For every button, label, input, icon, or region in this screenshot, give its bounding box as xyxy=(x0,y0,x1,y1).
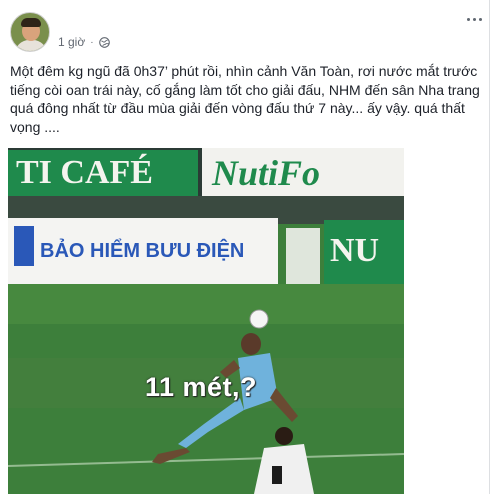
post-image[interactable]: TI CAFÉ NutiFo BẢO HIỂM BƯU ĐIỆN NU 11 m… xyxy=(8,148,404,494)
post-meta: 1 giờ · xyxy=(58,34,110,50)
post-header: 1 giờ · xyxy=(10,12,488,54)
facebook-post-card: 1 giờ · Một đêm kg ngũ đã 0h37’ phút rồi… xyxy=(0,0,498,494)
football-scene-illustration xyxy=(8,148,404,494)
meta-separator: · xyxy=(90,36,94,48)
post-body-text: Một đêm kg ngũ đã 0h37’ phút rồi, nhìn c… xyxy=(10,63,480,135)
banner-nu-text: NU xyxy=(330,232,380,269)
post-timestamp[interactable]: 1 giờ xyxy=(58,35,85,49)
card-divider xyxy=(489,0,490,494)
more-options-icon[interactable] xyxy=(462,12,486,26)
avatar[interactable] xyxy=(10,12,50,52)
image-overlay-caption: 11 mét,? xyxy=(145,372,258,402)
banner-cafe-text: TI CAFÉ xyxy=(16,154,153,191)
banner-nutifood-text: NutiFo xyxy=(212,153,321,193)
banner-insurance-text: BẢO HIỂM BƯU ĐIỆN xyxy=(40,240,245,262)
globe-icon[interactable] xyxy=(98,36,110,48)
